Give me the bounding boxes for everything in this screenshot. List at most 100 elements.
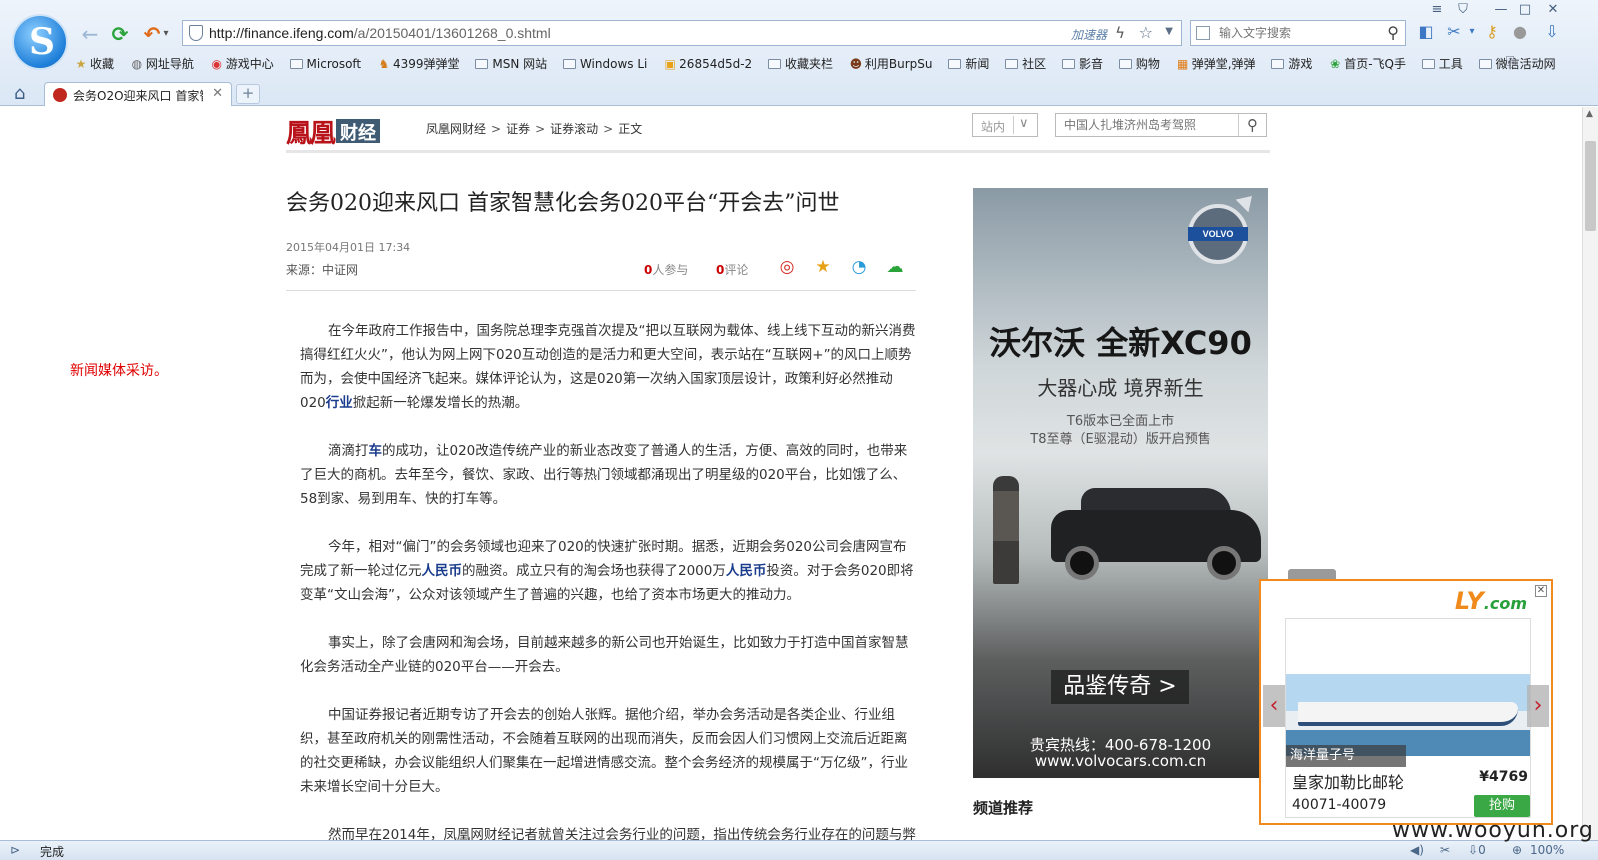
- bookmarks-more-icon[interactable]: ⎘: [1506, 55, 1516, 70]
- scrollbar-thumb[interactable]: [1585, 141, 1596, 231]
- new-tab-button[interactable]: +: [236, 84, 260, 104]
- refresh-icon[interactable]: ⟳: [108, 22, 132, 46]
- brand-name: 鳳凰: [286, 119, 336, 149]
- buy-button[interactable]: 抢购: [1474, 795, 1530, 817]
- bookmark-item[interactable]: ♞ 4399弹弹堂: [377, 54, 460, 74]
- qzone-share-icon[interactable]: ◔: [848, 257, 870, 279]
- participants-count[interactable]: 0人参与: [644, 261, 688, 278]
- accelerator-label[interactable]: 加速器: [1071, 26, 1107, 43]
- bookmark-item[interactable]: 社区: [1005, 54, 1046, 74]
- chevron-down-icon[interactable]: ▼: [1165, 26, 1173, 37]
- skin-icon[interactable]: ⛉: [1452, 2, 1474, 20]
- breadcrumb-item[interactable]: 凤凰网财经: [426, 122, 486, 136]
- product-price: ¥4769: [1479, 769, 1528, 785]
- zoom-level[interactable]: 100%: [1530, 843, 1564, 857]
- address-bar[interactable]: http://finance.ifeng.com/a/20150401/1360…: [182, 20, 1182, 46]
- tab-close-icon[interactable]: ✕: [212, 86, 223, 101]
- sidebar-icon[interactable]: ◧: [1416, 22, 1436, 44]
- volume-icon[interactable]: ◀): [1410, 843, 1424, 857]
- bookmark-item[interactable]: 微信活动网: [1478, 54, 1556, 74]
- lightning-icon[interactable]: ϟ: [1115, 24, 1125, 42]
- tab-active[interactable]: 会务O2O迎来风口 首家智慧化会务020平台 ✕: [44, 82, 232, 106]
- bookmark-item[interactable]: ❀ 首页-飞Q手: [1328, 54, 1406, 74]
- favorite-star-icon[interactable]: ☆: [1139, 23, 1153, 42]
- bookmark-item[interactable]: ▦ 弹弹堂,弹弹: [1176, 54, 1256, 74]
- chevron-down-icon[interactable]: ▾: [160, 22, 172, 46]
- breadcrumb-separator: >: [535, 122, 546, 136]
- back-arrow-icon[interactable]: ←: [78, 22, 102, 46]
- chevron-down-icon[interactable]: ▾: [1462, 26, 1482, 48]
- paragraph: 在今年政府工作报告中，国务院总理李克强首次提及“把以互联网为载体、线上线下互动的…: [286, 319, 916, 415]
- bookmark-item[interactable]: ▣ 26854d5d-2: [663, 54, 753, 74]
- browser-logo[interactable]: [12, 14, 68, 70]
- volvo-ad-banner[interactable]: VOLVO 沃尔沃 全新XC90 大器心成 境界新生 T6版本已全面上市 T8至…: [973, 188, 1268, 778]
- bookmark-item[interactable]: Windows Li: [562, 54, 647, 74]
- favorite-star-icon[interactable]: ★: [812, 257, 834, 279]
- folder-icon: [475, 59, 489, 69]
- ly-product-card[interactable]: 海洋量子号 皇家加勒比邮轮 ¥4769 40071-40079 抢购: [1285, 618, 1531, 818]
- ad-cta-button[interactable]: 品鉴传奇 >: [1051, 670, 1189, 704]
- site-search-input[interactable]: [1064, 117, 1224, 133]
- search-icon[interactable]: ⚲: [1387, 23, 1399, 42]
- shield-icon: [189, 25, 203, 41]
- scissors-icon[interactable]: ✂: [1440, 843, 1450, 857]
- keyword-link[interactable]: 人民币: [422, 563, 463, 579]
- browser-search-input[interactable]: [1219, 24, 1369, 42]
- home-icon[interactable]: ⌂: [14, 83, 25, 104]
- key-icon[interactable]: ⚷: [1482, 22, 1502, 44]
- bookmark-item[interactable]: 游戏: [1271, 54, 1312, 74]
- next-arrow-icon[interactable]: ›: [1527, 685, 1549, 727]
- site-logo[interactable]: 鳳凰 财经: [286, 113, 381, 149]
- maximize-icon[interactable]: □: [1514, 2, 1536, 20]
- chat-icon[interactable]: ●: [1510, 22, 1530, 44]
- site-scope-select[interactable]: 站内 ∨: [972, 113, 1038, 137]
- bookmark-item[interactable]: ☻ 利用BurpSu: [849, 54, 933, 74]
- bookmark-item[interactable]: 购物: [1118, 54, 1160, 74]
- breadcrumb-item[interactable]: 证券滚动: [550, 122, 598, 136]
- bookmark-item[interactable]: 收藏夹栏: [768, 54, 833, 74]
- bookmark-item[interactable]: ★ 收藏: [74, 54, 114, 74]
- breadcrumb-separator: >: [491, 122, 502, 136]
- url-text[interactable]: http://finance.ifeng.com/a/20150401/1360…: [209, 25, 551, 41]
- zoom-icon[interactable]: ⊕: [1512, 843, 1522, 857]
- search-icon[interactable]: ⚲: [1238, 114, 1266, 136]
- bookmark-item[interactable]: MSN 网站: [475, 54, 547, 74]
- paragraph: 今年，相对“偏门”的会务领域也迎来了020的快速扩张时期。据悉，近期会务020公…: [286, 535, 916, 607]
- close-icon[interactable]: ✕: [1535, 585, 1547, 597]
- folder-icon: [948, 59, 962, 69]
- keyword-link[interactable]: 车: [369, 443, 383, 459]
- comments-count[interactable]: 0评论: [716, 261, 748, 278]
- site-search[interactable]: ⚲: [1055, 113, 1267, 137]
- article-title: 会务020迎来风口 首家智慧化会务020平台“开会去”问世: [286, 191, 840, 216]
- scroll-up-icon[interactable]: ▲: [1586, 109, 1593, 119]
- bookmark-item[interactable]: ◍ 网址导航: [130, 54, 194, 74]
- ly-logo-suffix: .com: [1483, 594, 1527, 613]
- close-icon[interactable]: ✕: [1542, 2, 1564, 20]
- ad-line: T6版本已全面上市: [1066, 414, 1175, 429]
- keyword-link[interactable]: 行业: [326, 395, 353, 411]
- weibo-share-icon[interactable]: ◎: [776, 257, 798, 279]
- minimize-icon[interactable]: —: [1490, 2, 1512, 20]
- page-viewport: 鳳凰财经 凤凰网财经 > 证券 > 证券滚动 > 正文 站内 ∨ ⚲ 新闻媒体采访。 会务0…: [0, 107, 1598, 840]
- bookmark-item[interactable]: 工具: [1421, 54, 1463, 74]
- ly-logo: LY.com: [1455, 587, 1527, 615]
- ly-popup-ad[interactable]: ✕ LY.com 海洋量子号 皇家加勒比邮轮 ¥4769 40071-40079…: [1259, 579, 1553, 825]
- participants-label: 人参与: [652, 263, 689, 277]
- search-engine-icon[interactable]: [1196, 26, 1210, 40]
- bookmark-item[interactable]: Microsoft: [289, 54, 361, 74]
- breadcrumb-item[interactable]: 证券: [506, 122, 530, 136]
- menu-icon[interactable]: ≡: [1426, 2, 1448, 20]
- download-icon[interactable]: ⇩0: [1468, 843, 1486, 857]
- bookmark-item[interactable]: 影音: [1062, 54, 1103, 74]
- scissors-icon[interactable]: ✂: [1444, 22, 1464, 44]
- sidebar-toggle-icon[interactable]: ⊳: [10, 843, 20, 857]
- bookmark-item[interactable]: ◉ 游戏中心: [210, 54, 273, 74]
- wechat-share-icon[interactable]: ☁: [884, 257, 906, 279]
- ship-caption: 海洋量子号: [1286, 745, 1406, 767]
- vertical-scrollbar[interactable]: ▲: [1582, 107, 1598, 840]
- keyword-link[interactable]: 人民币: [726, 563, 767, 579]
- download-icon[interactable]: ⇩: [1542, 22, 1562, 44]
- bookmark-item[interactable]: 新闻: [948, 54, 989, 74]
- prev-arrow-icon[interactable]: ‹: [1263, 685, 1285, 727]
- browser-search[interactable]: ⚲: [1190, 20, 1406, 46]
